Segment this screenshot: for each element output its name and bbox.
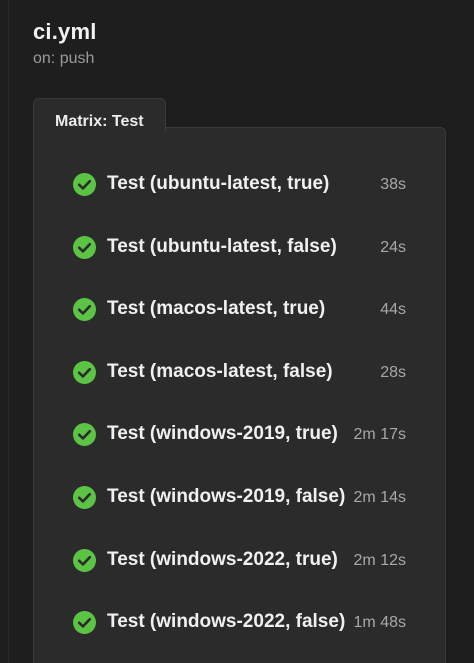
workflow-page: ci.yml on: push Matrix: Test Test (ubunt…	[0, 0, 474, 663]
job-duration: 2m 12s	[353, 551, 406, 569]
job-duration: 44s	[380, 301, 406, 319]
job-row[interactable]: Test (windows-2019, false) 2m 14s	[33, 466, 446, 529]
check-circle-icon	[73, 423, 96, 447]
job-duration: 1m 48s	[353, 614, 406, 632]
job-name: Test (windows-2019, false)	[107, 485, 346, 507]
left-divider	[8, 0, 9, 663]
job-row[interactable]: Test (windows-2022, false) 1m 48s	[33, 591, 446, 654]
check-circle-icon	[73, 485, 96, 509]
job-name: Test (ubuntu-latest, false)	[107, 235, 337, 257]
job-row[interactable]: Test (macos-latest, true) 44s	[33, 278, 446, 341]
job-name: Test (macos-latest, false)	[107, 360, 333, 382]
matrix-tab-label: Matrix: Test	[55, 113, 144, 130]
job-row[interactable]: Test (ubuntu-latest, false) 24s	[33, 216, 446, 279]
job-name: Test (macos-latest, true)	[107, 298, 326, 320]
matrix-tab[interactable]: Matrix: Test	[33, 98, 166, 132]
job-row[interactable]: Test (macos-latest, false) 28s	[33, 341, 446, 404]
job-row[interactable]: Test (windows-2022, true) 2m 12s	[33, 529, 446, 592]
workflow-trigger: on: push	[33, 50, 95, 67]
workflow-header: ci.yml on: push	[33, 18, 97, 69]
check-circle-icon	[73, 235, 96, 259]
job-name: Test (windows-2019, true)	[107, 423, 338, 445]
job-duration: 38s	[380, 176, 406, 193]
job-name: Test (ubuntu-latest, true)	[107, 173, 330, 194]
job-duration: 28s	[380, 363, 406, 381]
job-name: Test (windows-2022, false)	[107, 611, 346, 633]
workflow-title[interactable]: ci.yml	[33, 18, 97, 46]
job-list: Test (ubuntu-latest, true) 38s Test (ubu…	[33, 153, 446, 654]
check-circle-icon	[73, 611, 96, 635]
check-circle-icon	[73, 173, 96, 196]
check-circle-icon	[73, 360, 96, 384]
check-circle-icon	[73, 298, 96, 322]
job-duration: 24s	[380, 238, 406, 256]
job-duration: 2m 17s	[353, 426, 406, 444]
job-duration: 2m 14s	[353, 488, 406, 506]
job-row[interactable]: Test (ubuntu-latest, true) 38s	[33, 153, 446, 216]
job-row[interactable]: Test (windows-2019, true) 2m 17s	[33, 403, 446, 466]
job-name: Test (windows-2022, true)	[107, 548, 338, 570]
check-circle-icon	[73, 548, 96, 572]
